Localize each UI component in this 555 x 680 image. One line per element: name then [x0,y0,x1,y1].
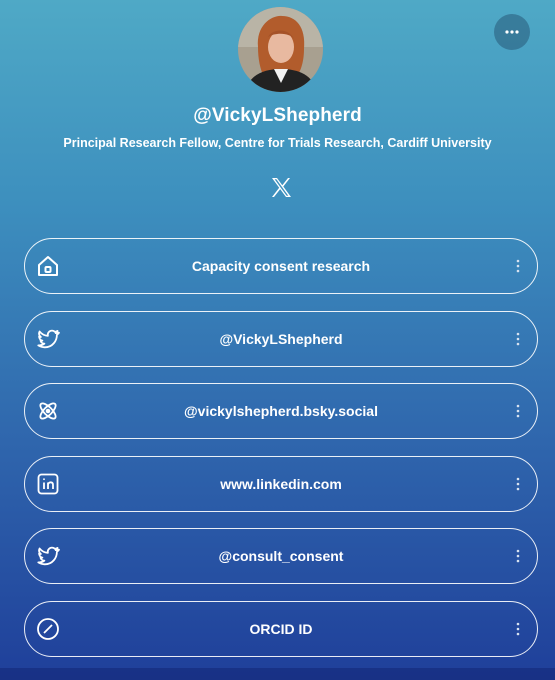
bottom-divider [0,668,555,680]
atom-icon [35,398,61,424]
twitter-icon [35,543,61,569]
profile-handle: @VickyLShepherd [193,105,362,126]
link-twitter-consult-consent[interactable]: @consult_consent [24,528,538,584]
profile-page: @VickyLShepherd Principal Research Fello… [0,0,555,680]
compass-icon [35,616,61,642]
kebab-menu-icon[interactable] [513,620,523,638]
link-label: Capacity consent research [191,258,371,274]
link-label: ORCID ID [249,620,313,637]
link-linkedin[interactable]: www.linkedin.com [24,455,538,512]
more-horizontal-icon [505,30,519,34]
home-icon [35,253,61,279]
kebab-menu-icon[interactable] [513,330,523,348]
link-capacity-consent-research[interactable]: Capacity consent research [24,238,538,294]
link-label: @VickyLShepherd [219,330,343,347]
more-options-button[interactable] [494,14,530,50]
kebab-menu-icon[interactable] [513,547,523,565]
kebab-menu-icon[interactable] [513,257,523,275]
x-logo-icon[interactable] [269,176,293,200]
twitter-icon [35,326,61,352]
link-orcid[interactable]: ORCID ID [24,600,538,657]
avatar [238,7,323,92]
link-label: @consult_consent [218,548,344,564]
profile-bio: Principal Research Fellow, Centre for Tr… [63,136,492,150]
link-list: Capacity consent research @VickyLShepher… [24,238,538,673]
link-bluesky[interactable]: @vickylshepherd.bsky.social [24,383,538,439]
linkedin-icon [35,471,61,497]
link-twitter-vickylshepherd[interactable]: @VickyLShepherd [24,310,538,367]
link-label: www.linkedin.com [220,475,342,492]
kebab-menu-icon[interactable] [513,402,523,420]
kebab-menu-icon[interactable] [513,475,523,493]
link-label: @vickylshepherd.bsky.social [184,403,378,419]
